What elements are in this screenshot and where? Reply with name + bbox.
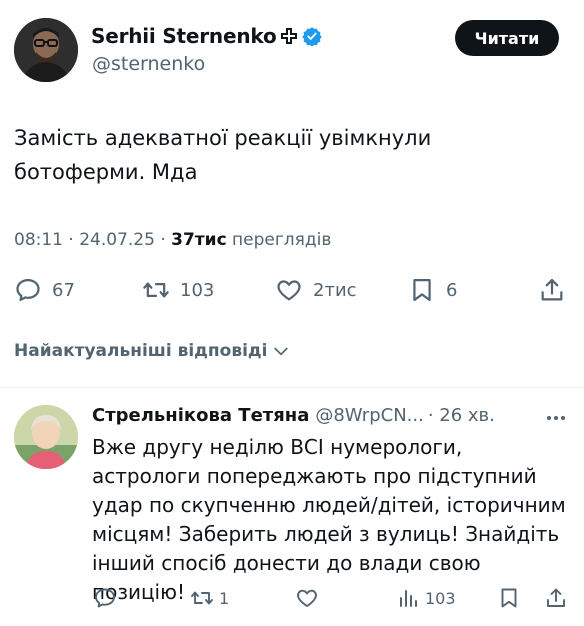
retweet-icon (143, 282, 169, 298)
bookmark-icon (501, 588, 517, 608)
sort-label: Найактуальніші відповіді (14, 341, 268, 361)
reply-author-handle[interactable]: @8WrpCN... (315, 405, 423, 426)
reply-retweet-button[interactable]: 1 (190, 586, 229, 610)
tweet-actions: 67 103 2тис 6 (0, 276, 584, 306)
reply-time[interactable]: · 26 хв. (428, 405, 495, 426)
reply-views-count: 103 (425, 588, 456, 608)
retweet-count: 103 (180, 279, 215, 301)
share-icon (547, 588, 565, 607)
views-label: переглядів (232, 230, 332, 250)
reply-retweet-count: 1 (219, 588, 230, 608)
main-tweet: Serhii Sternenko @sternenko Читати Заміс… (0, 0, 584, 388)
author-handle[interactable]: @sternenko (92, 53, 205, 75)
views-count: 37тис (171, 230, 227, 250)
heart-icon (297, 589, 317, 607)
tweet-time[interactable]: 08:11 (14, 230, 63, 250)
reply-like-button[interactable] (295, 586, 319, 610)
share-icon (541, 278, 563, 301)
like-button[interactable]: 2тис (275, 276, 357, 304)
reply-share-button[interactable] (544, 586, 568, 610)
reply-bookmark-button[interactable] (497, 586, 521, 610)
bookmark-button[interactable]: 6 (408, 276, 457, 304)
more-options-icon[interactable] (543, 408, 569, 428)
views-chart-icon (400, 590, 417, 607)
meta-separator: · (68, 230, 80, 250)
chevron-down-icon (274, 347, 289, 356)
heart-icon (277, 280, 301, 301)
tweet-date[interactable]: 24.07.25 (79, 230, 155, 250)
reply-icon (95, 588, 115, 608)
reply-author-name[interactable]: Стрельнікова Тетяна (92, 405, 309, 426)
reply-count: 67 (52, 279, 75, 301)
author-avatar[interactable] (14, 18, 78, 82)
sort-replies-dropdown[interactable]: Найактуальніші відповіді (14, 341, 291, 361)
retweet-button[interactable]: 103 (142, 276, 214, 304)
meta-separator: · (160, 230, 172, 250)
follow-button[interactable]: Читати (455, 20, 559, 56)
reply-views-button[interactable]: 103 (396, 586, 456, 610)
reply-reply-button[interactable] (93, 586, 117, 610)
reply-tweet[interactable]: Стрельнікова Тетяна @8WrpCN... · 26 хв. … (0, 388, 584, 626)
verified-badge-icon (302, 27, 323, 46)
tweet-meta: 08:11 · 24.07.25 · 37тис переглядів (14, 230, 331, 250)
cross-icon (281, 28, 298, 44)
bookmark-count: 6 (446, 279, 458, 301)
reply-actions: 1 103 (0, 586, 584, 614)
author-name[interactable]: Serhii Sternenko (91, 24, 323, 48)
tweet-text: Замість адекватної реакції увімкнули бот… (14, 126, 432, 184)
like-count: 2тис (313, 279, 357, 301)
bookmark-icon (413, 278, 431, 302)
reply-button[interactable]: 67 (14, 276, 75, 304)
reply-header: Стрельнікова Тетяна @8WrpCN... · 26 хв. (92, 405, 495, 426)
reply-avatar[interactable] (14, 405, 78, 469)
author-name-text[interactable]: Serhii Sternenko (91, 24, 277, 48)
reply-icon (16, 278, 40, 302)
reply-text: Вже другу неділю ВСІ нумерологи, астроло… (92, 435, 566, 604)
retweet-icon (191, 591, 213, 605)
share-button[interactable] (538, 276, 566, 304)
